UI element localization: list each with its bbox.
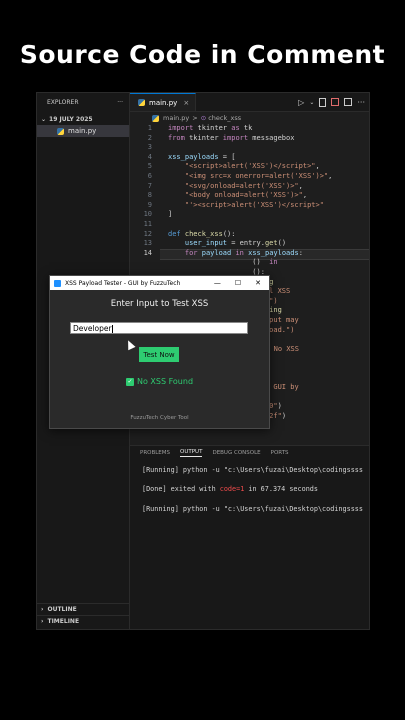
file-main-py[interactable]: main.py: [37, 125, 129, 137]
tab-debug-console[interactable]: DEBUG CONSOLE: [212, 450, 260, 456]
timeline-section[interactable]: › TIMELINE: [37, 615, 129, 627]
python-file-icon: [152, 114, 159, 122]
xss-tester-window: XSS Payload Tester - GUI by FuzzuTech — …: [49, 275, 270, 429]
timeline-label: TIMELINE: [47, 618, 80, 625]
line-number: 6: [147, 172, 152, 180]
input-heading: Enter Input to Test XSS: [110, 299, 209, 309]
tab-ports[interactable]: PORTS: [271, 450, 289, 456]
code-line: for payload in xss_payloads:: [184, 248, 303, 257]
split-editor-icon[interactable]: [344, 98, 353, 106]
explorer-title: EXPLORER: [47, 98, 79, 106]
folder-label: 19 JULY 2025: [49, 115, 93, 123]
panel-tabs: PROBLEMS OUTPUT DEBUG CONSOLE PORTS: [130, 446, 369, 460]
output-line-running-2: [Running] python -u "c:\Users\fuzai\Desk…: [142, 505, 363, 513]
line-number: 8: [147, 191, 152, 200]
code-line: from tkinter import messagebox: [168, 133, 295, 142]
code-line: "<body onload=alert('XSS')>",: [184, 191, 308, 200]
python-file-icon: [57, 127, 64, 135]
outline-label: OUTLINE: [47, 606, 77, 613]
explorer-header: EXPLORER ···: [37, 93, 129, 111]
stop-icon[interactable]: [331, 98, 340, 106]
line-number: 2: [147, 133, 152, 142]
done-prefix: [Done] exited with: [142, 485, 220, 493]
python-file-icon: [138, 99, 145, 106]
bottom-panel: PROBLEMS OUTPUT DEBUG CONSOLE PORTS [Runnin…: [130, 445, 369, 629]
code-line: xss_payloads = [: [168, 152, 236, 161]
maximize-icon[interactable]: ☐: [235, 279, 241, 287]
text-caret: [111, 325, 113, 333]
tk-feather-icon: [54, 279, 61, 287]
line-number: 13: [143, 239, 152, 248]
more-actions-icon[interactable]: ···: [357, 98, 365, 107]
tab-label: main.py: [149, 98, 178, 107]
file-label: main.py: [68, 127, 97, 135]
breadcrumb: main.py > ⊙ check_xss: [130, 112, 369, 124]
window-titlebar[interactable]: XSS Payload Tester - GUI by FuzzuTech — …: [50, 276, 269, 290]
line-number: 9: [147, 200, 152, 209]
open-preview-icon[interactable]: [319, 97, 327, 107]
folder-19-july-2025[interactable]: ⌄ 19 JULY 2025: [37, 113, 129, 125]
window-controls: — ☐ ✕: [214, 279, 269, 287]
output-line-running: [Running] python -u "c:\Users\fuzai\Desk…: [142, 466, 363, 474]
done-suffix: in 67.374 seconds: [244, 485, 318, 493]
tab-main-py[interactable]: main.py ×: [130, 93, 197, 111]
line-number: 12: [143, 229, 152, 238]
code-line: ]: [168, 210, 173, 219]
payload-input[interactable]: Developer: [70, 322, 248, 334]
video-title: Source Code in Comment: [19, 40, 386, 69]
code-line: "<img src=x onerror=alert('XSS')>",: [184, 172, 333, 180]
result-text: No XSS Found: [136, 377, 194, 386]
line-number: 14: [143, 248, 152, 257]
line-number: 5: [147, 162, 152, 171]
close-icon[interactable]: ✕: [255, 279, 261, 287]
line-number: 4: [147, 152, 152, 161]
breadcrumb-function[interactable]: check_xss: [208, 114, 241, 122]
code-line: "'><script>alert('XSS')</script>": [184, 200, 324, 209]
done-exit-code: code=1: [219, 485, 245, 493]
run-icon[interactable]: ▷: [298, 98, 304, 107]
tab-output[interactable]: OUTPUT: [180, 449, 203, 457]
function-icon: ⊙: [200, 114, 207, 122]
more-actions-icon[interactable]: ···: [117, 99, 123, 106]
line-number: 10: [143, 210, 152, 219]
footer-credit: FuzzuTech Cyber Tool: [130, 415, 189, 421]
code-line: import tkinter as tk: [168, 124, 253, 132]
line-number: 3: [147, 143, 152, 152]
window-title: XSS Payload Tester - GUI by FuzzuTech: [65, 279, 181, 287]
breadcrumb-file[interactable]: main.py: [163, 114, 189, 122]
chevron-down-icon: ⌄: [41, 115, 47, 123]
code-line: () in: [168, 258, 278, 267]
result-status: ✓ No XSS Found: [50, 377, 269, 386]
output-line-done: [Done] exited with code=1 in 67.374 seco…: [142, 485, 318, 493]
tab-problems[interactable]: PROBLEMS: [140, 450, 170, 456]
chevron-right-icon: ›: [41, 618, 44, 625]
code-line: "<svg/onload=alert('XSS')>",: [184, 181, 303, 190]
breadcrumb-separator: >: [192, 114, 198, 122]
line-number: 7: [147, 181, 152, 190]
close-icon[interactable]: ×: [183, 99, 189, 107]
editor-tabs: main.py × ▷ ⌄ ···: [130, 93, 369, 112]
minimize-icon[interactable]: —: [214, 279, 221, 287]
chevron-down-icon[interactable]: ⌄: [309, 99, 314, 106]
check-icon: ✓: [125, 377, 134, 386]
payload-input-value: Developer: [73, 324, 112, 333]
chevron-right-icon: ›: [41, 606, 44, 613]
code-line: def check_xss():: [168, 229, 236, 238]
outline-section[interactable]: › OUTLINE: [37, 603, 129, 615]
editor-actions: ▷ ⌄ ···: [298, 93, 365, 111]
code-line: "<script>alert('XSS')</script>",: [184, 162, 320, 171]
test-now-button[interactable]: Test Now: [139, 347, 179, 362]
code-line: user_input = entry.get(): [184, 239, 287, 248]
line-number: 1: [147, 124, 152, 132]
line-number: 11: [143, 220, 152, 228]
